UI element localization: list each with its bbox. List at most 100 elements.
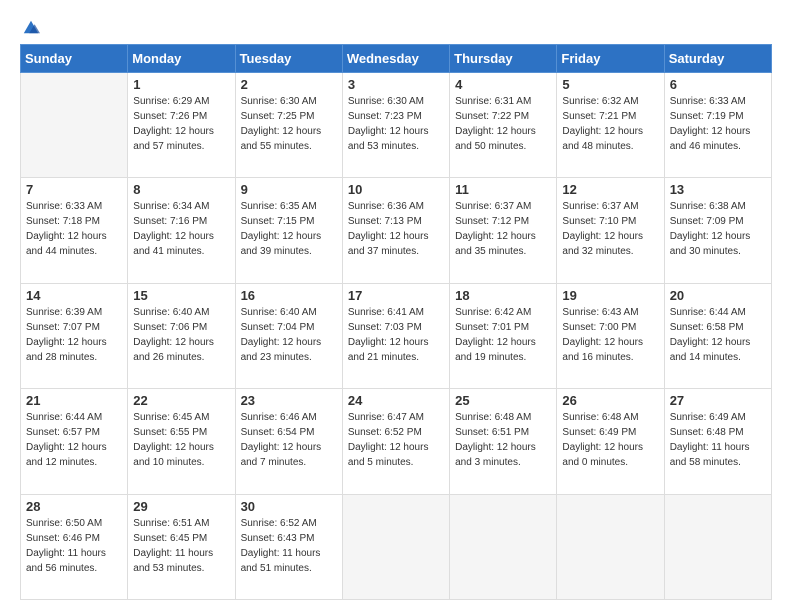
day-number: 7 — [26, 182, 122, 197]
day-number: 30 — [241, 499, 337, 514]
header-sunday: Sunday — [21, 45, 128, 73]
calendar-cell: 24 Sunrise: 6:47 AMSunset: 6:52 PMDayligh… — [342, 389, 449, 494]
header-saturday: Saturday — [664, 45, 771, 73]
day-info: Sunrise: 6:30 AMSunset: 7:23 PMDaylight:… — [348, 94, 444, 154]
calendar-cell: 1 Sunrise: 6:29 AMSunset: 7:26 PMDaylight… — [128, 73, 235, 178]
calendar-cell: 8 Sunrise: 6:34 AMSunset: 7:16 PMDaylight… — [128, 178, 235, 283]
calendar-week-3: 14 Sunrise: 6:39 AMSunset: 7:07 PMDayligh… — [21, 283, 772, 388]
day-number: 19 — [562, 288, 658, 303]
day-number: 16 — [241, 288, 337, 303]
page: SundayMondayTuesdayWednesdayThursdayFrid… — [0, 0, 792, 612]
day-number: 27 — [670, 393, 766, 408]
day-number: 2 — [241, 77, 337, 92]
day-info: Sunrise: 6:38 AMSunset: 7:09 PMDaylight:… — [670, 199, 766, 259]
header-thursday: Thursday — [450, 45, 557, 73]
calendar-cell — [450, 494, 557, 599]
calendar-cell: 28 Sunrise: 6:50 AMSunset: 6:46 PMDayligh… — [21, 494, 128, 599]
day-info: Sunrise: 6:36 AMSunset: 7:13 PMDaylight:… — [348, 199, 444, 259]
day-number: 20 — [670, 288, 766, 303]
day-info: Sunrise: 6:52 AMSunset: 6:43 PMDaylight:… — [241, 516, 337, 576]
day-number: 25 — [455, 393, 551, 408]
calendar-cell: 25 Sunrise: 6:48 AMSunset: 6:51 PMDayligh… — [450, 389, 557, 494]
day-number: 8 — [133, 182, 229, 197]
day-number: 12 — [562, 182, 658, 197]
calendar-cell: 13Sunrise: 6:38 AMSunset: 7:09 PMDayligh… — [664, 178, 771, 283]
day-number: 28 — [26, 499, 122, 514]
day-number: 18 — [455, 288, 551, 303]
calendar-cell — [557, 494, 664, 599]
day-info: Sunrise: 6:39 AMSunset: 7:07 PMDaylight:… — [26, 305, 122, 365]
day-info: Sunrise: 6:47 AMSunset: 6:52 PMDaylight:… — [348, 410, 444, 470]
calendar-week-2: 7 Sunrise: 6:33 AMSunset: 7:18 PMDaylight… — [21, 178, 772, 283]
day-number: 6 — [670, 77, 766, 92]
day-number: 11 — [455, 182, 551, 197]
calendar-cell: 22 Sunrise: 6:45 AMSunset: 6:55 PMDayligh… — [128, 389, 235, 494]
day-info: Sunrise: 6:33 AMSunset: 7:19 PMDaylight:… — [670, 94, 766, 154]
day-info: Sunrise: 6:29 AMSunset: 7:26 PMDaylight:… — [133, 94, 229, 154]
logo — [20, 18, 40, 34]
header-monday: Monday — [128, 45, 235, 73]
day-info: Sunrise: 6:51 AMSunset: 6:45 PMDaylight:… — [133, 516, 229, 576]
calendar-cell: 12 Sunrise: 6:37 AMSunset: 7:10 PMDayligh… — [557, 178, 664, 283]
day-info: Sunrise: 6:44 AMSunset: 6:58 PMDaylight:… — [670, 305, 766, 365]
calendar-cell: 26 Sunrise: 6:48 AMSunset: 6:49 PMDayligh… — [557, 389, 664, 494]
day-info: Sunrise: 6:45 AMSunset: 6:55 PMDaylight:… — [133, 410, 229, 470]
header-tuesday: Tuesday — [235, 45, 342, 73]
calendar-cell: 7 Sunrise: 6:33 AMSunset: 7:18 PMDaylight… — [21, 178, 128, 283]
day-info: Sunrise: 6:34 AMSunset: 7:16 PMDaylight:… — [133, 199, 229, 259]
calendar-cell — [21, 73, 128, 178]
calendar-cell: 11 Sunrise: 6:37 AMSunset: 7:12 PMDayligh… — [450, 178, 557, 283]
day-info: Sunrise: 6:48 AMSunset: 6:49 PMDaylight:… — [562, 410, 658, 470]
day-info: Sunrise: 6:50 AMSunset: 6:46 PMDaylight:… — [26, 516, 122, 576]
logo-icon — [22, 18, 40, 36]
header-wednesday: Wednesday — [342, 45, 449, 73]
calendar-cell: 20 Sunrise: 6:44 AMSunset: 6:58 PMDayligh… — [664, 283, 771, 388]
day-info: Sunrise: 6:49 AMSunset: 6:48 PMDaylight:… — [670, 410, 766, 470]
calendar-cell — [664, 494, 771, 599]
calendar-cell — [342, 494, 449, 599]
day-info: Sunrise: 6:30 AMSunset: 7:25 PMDaylight:… — [241, 94, 337, 154]
day-number: 14 — [26, 288, 122, 303]
day-info: Sunrise: 6:33 AMSunset: 7:18 PMDaylight:… — [26, 199, 122, 259]
day-number: 15 — [133, 288, 229, 303]
day-info: Sunrise: 6:37 AMSunset: 7:10 PMDaylight:… — [562, 199, 658, 259]
day-info: Sunrise: 6:42 AMSunset: 7:01 PMDaylight:… — [455, 305, 551, 365]
day-info: Sunrise: 6:35 AMSunset: 7:15 PMDaylight:… — [241, 199, 337, 259]
calendar-cell: 30 Sunrise: 6:52 AMSunset: 6:43 PMDayligh… — [235, 494, 342, 599]
calendar-cell: 6 Sunrise: 6:33 AMSunset: 7:19 PMDaylight… — [664, 73, 771, 178]
day-info: Sunrise: 6:48 AMSunset: 6:51 PMDaylight:… — [455, 410, 551, 470]
day-info: Sunrise: 6:31 AMSunset: 7:22 PMDaylight:… — [455, 94, 551, 154]
calendar-cell: 9 Sunrise: 6:35 AMSunset: 7:15 PMDaylight… — [235, 178, 342, 283]
calendar-cell: 14 Sunrise: 6:39 AMSunset: 7:07 PMDayligh… — [21, 283, 128, 388]
day-number: 3 — [348, 77, 444, 92]
day-info: Sunrise: 6:46 AMSunset: 6:54 PMDaylight:… — [241, 410, 337, 470]
day-number: 17 — [348, 288, 444, 303]
day-info: Sunrise: 6:44 AMSunset: 6:57 PMDaylight:… — [26, 410, 122, 470]
calendar-cell: 19 Sunrise: 6:43 AMSunset: 7:00 PMDayligh… — [557, 283, 664, 388]
day-number: 9 — [241, 182, 337, 197]
day-info: Sunrise: 6:37 AMSunset: 7:12 PMDaylight:… — [455, 199, 551, 259]
calendar-cell: 10Sunrise: 6:36 AMSunset: 7:13 PMDayligh… — [342, 178, 449, 283]
day-number: 21 — [26, 393, 122, 408]
day-info: Sunrise: 6:32 AMSunset: 7:21 PMDaylight:… — [562, 94, 658, 154]
calendar-header-row: SundayMondayTuesdayWednesdayThursdayFrid… — [21, 45, 772, 73]
day-info: Sunrise: 6:43 AMSunset: 7:00 PMDaylight:… — [562, 305, 658, 365]
day-number: 4 — [455, 77, 551, 92]
day-info: Sunrise: 6:40 AMSunset: 7:04 PMDaylight:… — [241, 305, 337, 365]
day-info: Sunrise: 6:41 AMSunset: 7:03 PMDaylight:… — [348, 305, 444, 365]
header — [20, 18, 772, 34]
calendar-cell: 17 Sunrise: 6:41 AMSunset: 7:03 PMDayligh… — [342, 283, 449, 388]
calendar-week-5: 28 Sunrise: 6:50 AMSunset: 6:46 PMDayligh… — [21, 494, 772, 599]
day-number: 1 — [133, 77, 229, 92]
calendar-cell: 21 Sunrise: 6:44 AMSunset: 6:57 PMDayligh… — [21, 389, 128, 494]
calendar-cell: 5 Sunrise: 6:32 AMSunset: 7:21 PMDaylight… — [557, 73, 664, 178]
day-info: Sunrise: 6:40 AMSunset: 7:06 PMDaylight:… — [133, 305, 229, 365]
calendar-cell: 15 Sunrise: 6:40 AMSunset: 7:06 PMDayligh… — [128, 283, 235, 388]
day-number: 22 — [133, 393, 229, 408]
calendar-cell: 2 Sunrise: 6:30 AMSunset: 7:25 PMDaylight… — [235, 73, 342, 178]
day-number: 24 — [348, 393, 444, 408]
day-number: 26 — [562, 393, 658, 408]
day-number: 5 — [562, 77, 658, 92]
header-friday: Friday — [557, 45, 664, 73]
calendar-cell: 29Sunrise: 6:51 AMSunset: 6:45 PMDayligh… — [128, 494, 235, 599]
